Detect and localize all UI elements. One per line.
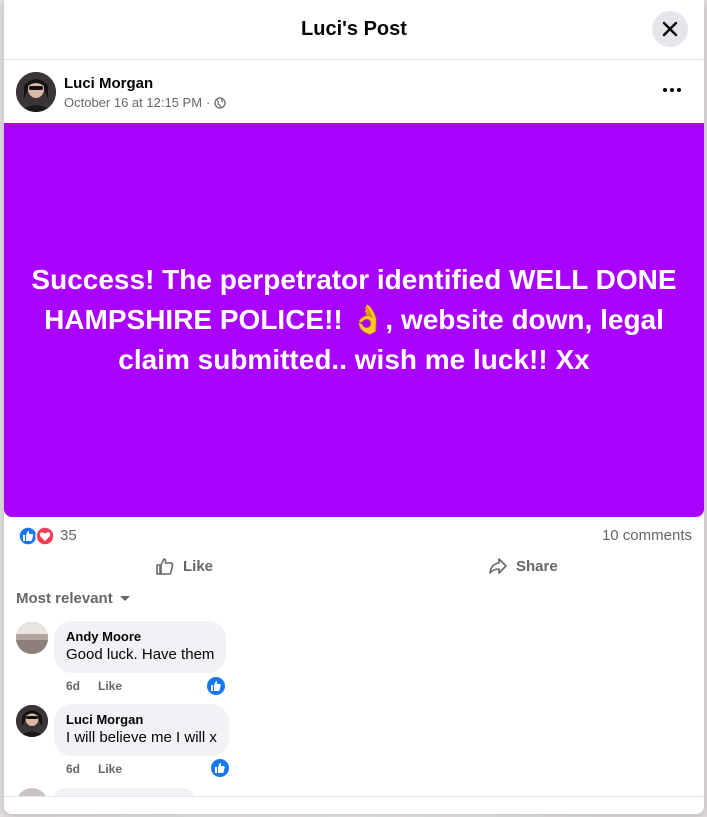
comment-bubble: Andy Moore Good luck. Have them	[54, 621, 227, 673]
comment-meta: 6d Like	[66, 679, 122, 693]
post-content-card: Success! The perpetrator identified WELL…	[4, 123, 704, 517]
comment-meta: 6d Like	[66, 762, 122, 776]
comment-like-badge[interactable]	[205, 675, 227, 697]
share-button-label: Share	[516, 557, 558, 575]
post-timestamp[interactable]: October 16 at 12:15 PM	[64, 95, 202, 110]
post-text: Success! The perpetrator identified WELL…	[31, 264, 677, 375]
sort-label: Most relevant	[16, 590, 113, 607]
reaction-count[interactable]: 35	[60, 527, 77, 544]
comment-age[interactable]: 6d	[66, 762, 80, 776]
reactions-row: 35 10 comments	[4, 520, 704, 550]
commenter-name[interactable]: Andy Moore	[66, 629, 214, 645]
comment-age[interactable]: 6d	[66, 679, 80, 693]
love-reaction-icon	[35, 526, 55, 546]
author-avatar[interactable]	[16, 72, 56, 112]
post-meta: October 16 at 12:15 PM ·	[64, 95, 227, 110]
like-reaction-icon	[211, 681, 221, 691]
comment-sort-dropdown[interactable]: Most relevant	[16, 590, 131, 607]
dialog-header: Luci's Post	[4, 0, 704, 60]
comment-bubble: Luci Morgan I will believe me I will x	[54, 704, 229, 756]
close-icon	[662, 21, 678, 37]
like-button[interactable]: Like	[155, 553, 213, 579]
share-button[interactable]: Share	[488, 553, 558, 579]
more-dot-icon	[670, 88, 674, 92]
reaction-icons[interactable]	[18, 526, 55, 546]
dialog-title: Luci's Post	[301, 18, 407, 40]
commenter-name[interactable]: Luci Morgan	[66, 712, 217, 728]
commenter-avatar[interactable]	[16, 705, 48, 737]
caret-down-icon	[119, 595, 130, 601]
more-dot-icon	[677, 88, 681, 92]
more-dot-icon	[663, 88, 667, 92]
author-name[interactable]: Luci Morgan	[64, 75, 153, 92]
comment-like-link[interactable]: Like	[98, 762, 122, 776]
comment-like-badge[interactable]	[209, 757, 231, 779]
post-dialog: Luci's Post Luci Morgan October 16 at 12…	[4, 0, 704, 814]
post-options-button[interactable]	[660, 80, 684, 100]
commenter-avatar[interactable]	[16, 622, 48, 654]
share-icon	[489, 558, 507, 574]
comment-like-link[interactable]: Like	[98, 679, 122, 693]
comment-composer-edge	[4, 796, 704, 814]
like-button-label: Like	[183, 557, 214, 575]
like-reaction-icon	[215, 763, 225, 773]
comment-text: Good luck. Have them	[66, 646, 215, 663]
close-button[interactable]	[652, 11, 688, 47]
thumbs-up-icon	[156, 558, 174, 575]
globe-icon	[214, 96, 227, 109]
comments-count[interactable]: 10 comments	[602, 527, 692, 544]
comment-text: I will believe me I will x	[66, 729, 217, 746]
meta-separator: ·	[206, 95, 211, 110]
